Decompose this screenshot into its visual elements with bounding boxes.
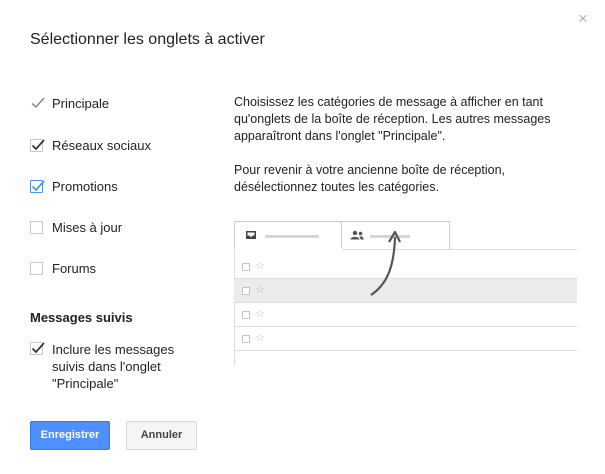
check-icon <box>31 342 45 354</box>
checkbox-promotions[interactable] <box>30 180 45 193</box>
star-icon: ☆ <box>255 284 265 296</box>
check-icon <box>31 97 45 109</box>
checkbox-include-starred[interactable] <box>30 342 45 355</box>
checkbox-principale <box>30 97 45 110</box>
checkbox-mises-a-jour[interactable] <box>30 221 43 234</box>
option-label: Forums <box>52 261 97 276</box>
description-paragraph-1: Choisissez les catégories de message à a… <box>234 95 551 143</box>
row-checkbox <box>242 311 250 319</box>
option-label: Principale <box>52 96 110 111</box>
dialog-title: Sélectionner les onglets à activer <box>30 31 265 48</box>
star-icon: ☆ <box>255 332 265 344</box>
tab-label-placeholder <box>265 235 319 238</box>
inbox-icon <box>246 231 256 239</box>
star-icon: ☆ <box>255 260 265 272</box>
checkbox-forums[interactable] <box>30 262 43 275</box>
row-checkbox <box>242 287 250 295</box>
preview-row: ☆ <box>234 327 577 351</box>
checkbox-reseaux-sociaux[interactable] <box>30 139 45 152</box>
option-label: Réseaux sociaux <box>52 138 151 153</box>
description-paragraph-2: Pour revenir à votre ancienne boîte de r… <box>234 163 506 194</box>
row-checkbox <box>242 263 250 271</box>
cancel-button[interactable]: Annuler <box>126 421 197 450</box>
preview-row: ☆ <box>234 303 577 327</box>
option-label: Inclure les messages suivis dans l'ongle… <box>52 342 175 391</box>
close-icon[interactable]: × <box>578 10 588 27</box>
drag-arrow-icon <box>370 230 401 296</box>
row-checkbox <box>242 335 250 343</box>
star-icon: ☆ <box>255 308 265 320</box>
check-icon <box>31 180 45 192</box>
section-title-messages-suivis: Messages suivis <box>30 310 133 325</box>
save-button[interactable]: Enregistrer <box>30 421 110 450</box>
inbox-preview: ☆ ☆ ☆ ☆ <box>234 221 577 366</box>
check-icon <box>31 139 45 151</box>
preview-tab-primary <box>234 221 342 251</box>
option-label: Promotions <box>52 179 118 194</box>
option-label: Mises à jour <box>52 220 123 235</box>
